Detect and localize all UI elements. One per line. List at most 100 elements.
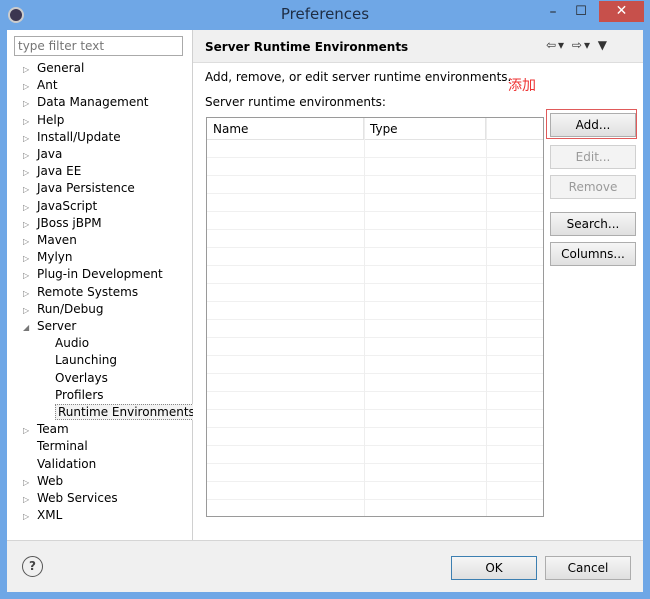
filter-input[interactable]	[14, 36, 183, 56]
expander-icon[interactable]: ▷	[23, 199, 37, 216]
expander-icon[interactable]: ▷	[23, 422, 37, 439]
tree-item-label: Help	[37, 112, 65, 127]
column-header-name[interactable]: Name	[207, 118, 364, 140]
tree-item[interactable]: ▷ Maven	[23, 232, 77, 249]
columns-button[interactable]: Columns...	[550, 242, 636, 266]
tree-item-label: Install/Update	[37, 129, 121, 144]
edit-button[interactable]: Edit...	[550, 145, 636, 169]
tree-item[interactable]: Overlays	[41, 370, 108, 387]
table-row	[207, 230, 543, 248]
expander-icon[interactable]: ▷	[23, 181, 37, 198]
expander-icon[interactable]: ▷	[23, 147, 37, 164]
expander-icon[interactable]: ▷	[23, 267, 37, 284]
tree-item-label: Team	[37, 422, 69, 437]
expander-icon[interactable]: ▷	[23, 61, 37, 78]
remove-button[interactable]: Remove	[550, 175, 636, 199]
annotation-text: 添加	[508, 78, 536, 94]
tree-item[interactable]: ▷ Install/Update	[23, 129, 121, 146]
minimize-button[interactable]: –	[540, 4, 566, 24]
tree-item-label: Maven	[37, 233, 77, 247]
tree-item[interactable]: ▷ Remote Systems	[23, 284, 138, 301]
tree-item-label: Remote Systems	[37, 284, 139, 299]
expander-icon[interactable]: ▷	[23, 95, 37, 112]
tree-item-label: JavaScript	[37, 198, 98, 213]
column-divider	[364, 118, 365, 516]
tree-item[interactable]: ▷ Ant	[23, 77, 58, 94]
expander-icon[interactable]: ▷	[23, 302, 37, 319]
column-divider	[486, 118, 487, 516]
tree-item[interactable]: ▷ JBoss jBPM	[23, 215, 102, 232]
expander-icon[interactable]: ▷	[23, 113, 37, 130]
ok-button[interactable]: OK	[451, 556, 537, 580]
tree-item[interactable]: ▷ Java EE	[23, 163, 81, 180]
expander-icon[interactable]: ◢	[23, 319, 37, 336]
expander-icon[interactable]: ▷	[23, 474, 37, 491]
list-label: Server runtime environments:	[205, 95, 386, 109]
tree-item[interactable]: ▷ Help	[23, 112, 64, 129]
search-button[interactable]: Search...	[550, 212, 636, 236]
add-button[interactable]: Add...	[550, 113, 636, 137]
table-row	[207, 374, 543, 392]
tree-item-label: Terminal	[37, 439, 88, 454]
expander-icon[interactable]: ▷	[23, 491, 37, 508]
tree-item[interactable]: Validation	[23, 456, 96, 473]
expander-icon[interactable]: ▷	[23, 285, 37, 302]
tree-item[interactable]: Terminal	[23, 438, 88, 455]
help-icon[interactable]: ?	[22, 556, 43, 577]
divider	[7, 540, 643, 541]
cancel-button[interactable]: Cancel	[545, 556, 631, 580]
expander-icon[interactable]: ▷	[23, 233, 37, 250]
table-row	[207, 482, 543, 500]
tree-item[interactable]: ▷ XML	[23, 507, 62, 524]
tree-item-label: XML	[37, 508, 63, 523]
tree-item[interactable]: Profilers	[41, 387, 104, 404]
close-button[interactable]: ✕	[599, 1, 644, 22]
table-row	[207, 158, 543, 176]
page-title: Server Runtime Environments	[205, 40, 409, 54]
table-row	[207, 194, 543, 212]
table-row	[207, 428, 543, 446]
expander-icon[interactable]: ▷	[23, 250, 37, 267]
tree-item-label: JBoss jBPM	[37, 215, 102, 230]
expander-icon[interactable]: ▷	[23, 216, 37, 233]
tree-item[interactable]: Runtime Environments	[41, 404, 198, 421]
tree-item[interactable]: ▷ Plug-in Development	[23, 266, 163, 283]
tree-item-label: Java Persistence	[37, 181, 135, 196]
tree-item[interactable]: ▷ Data Management	[23, 94, 149, 111]
tree-item[interactable]: ▷ Mylyn	[23, 249, 73, 266]
tree-item[interactable]: ▷ General	[23, 60, 84, 77]
table-row	[207, 284, 543, 302]
tree-item[interactable]: Audio	[41, 335, 89, 352]
table-row	[207, 446, 543, 464]
navigation-arrows[interactable]: ⇦▾ ⇨▾ ▼	[546, 38, 609, 52]
expander-icon[interactable]: ▷	[23, 508, 37, 525]
tree-item[interactable]: Launching	[41, 352, 117, 369]
tree-item-label: Web Services	[37, 491, 118, 505]
tree-item[interactable]: ▷ Team	[23, 421, 69, 438]
page-description: Add, remove, or edit server runtime envi…	[205, 70, 512, 84]
expander-icon[interactable]: ▷	[23, 78, 37, 95]
table-row	[207, 392, 543, 410]
table-row	[207, 212, 543, 230]
tree-item-label: Data Management	[37, 95, 149, 110]
tree-item[interactable]: ▷ Web	[23, 473, 63, 490]
tree-item[interactable]: ▷ Java Persistence	[23, 180, 135, 197]
tree-item[interactable]: ▷ JavaScript	[23, 198, 97, 215]
tree-item[interactable]: ◢ Server	[23, 318, 76, 335]
tree-item-label: Java EE	[37, 164, 82, 179]
runtime-table[interactable]: Name Type	[206, 117, 544, 517]
table-row	[207, 338, 543, 356]
table-row	[207, 320, 543, 338]
column-header-type[interactable]: Type	[364, 118, 486, 140]
maximize-button[interactable]: ☐	[568, 4, 594, 24]
table-row	[207, 302, 543, 320]
tree-item[interactable]: ▷ Java	[23, 146, 62, 163]
tree-item-label: General	[37, 61, 85, 75]
tree-item-label: Run/Debug	[37, 301, 104, 316]
expander-icon[interactable]: ▷	[23, 164, 37, 181]
tree-item[interactable]: ▷ Run/Debug	[23, 301, 104, 318]
table-row	[207, 248, 543, 266]
table-row	[207, 176, 543, 194]
expander-icon[interactable]: ▷	[23, 130, 37, 147]
tree-item[interactable]: ▷ Web Services	[23, 490, 118, 507]
